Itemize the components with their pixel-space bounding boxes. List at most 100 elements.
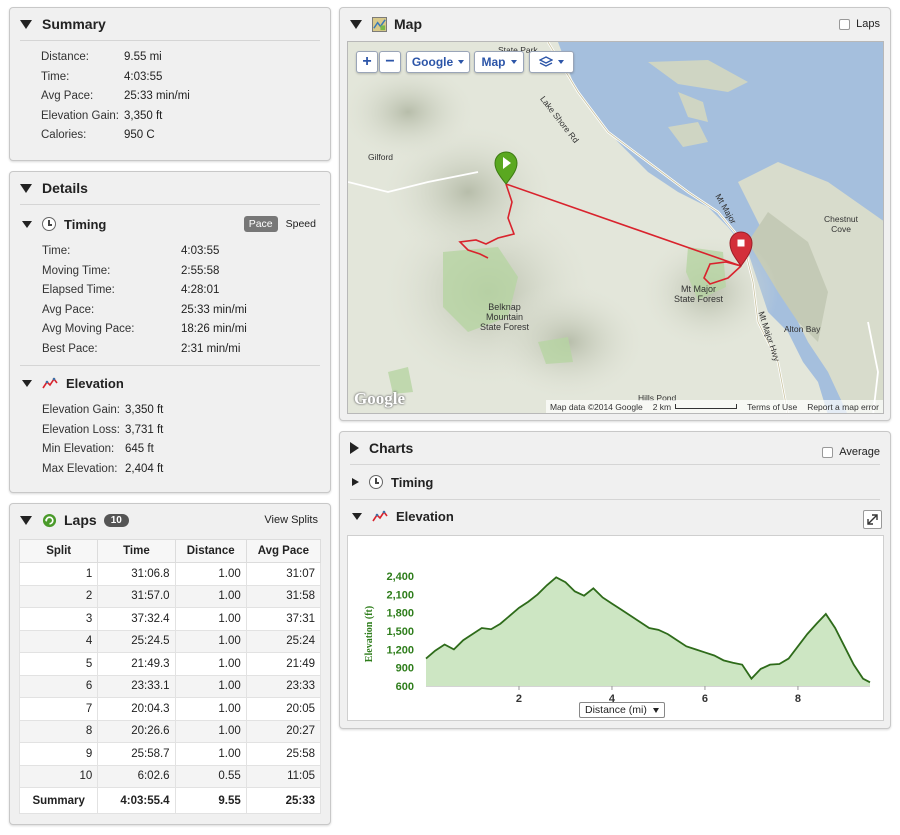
table-cell: 20:04.3 [97, 697, 176, 721]
column-header[interactable]: Split [18, 539, 99, 563]
laps-header[interactable]: Laps 10 View Splits [10, 504, 330, 536]
elevation-icon [42, 377, 58, 389]
collapse-triangle-icon [22, 220, 32, 228]
stat-row: Calories: 950 C [41, 126, 330, 146]
map-canvas[interactable]: State Park Lake Shore Rd Gilford Mt Majo… [347, 41, 884, 414]
zoom-in-button[interactable]: + [356, 51, 378, 73]
table-cell: 9 [18, 742, 99, 766]
chevron-down-icon [652, 707, 659, 713]
timing-subheader[interactable]: Timing Pace Speed [10, 210, 330, 238]
elevation-chart-subheader[interactable]: Elevation [340, 500, 890, 532]
stat-row: Elevation Loss: 3,731 ft [42, 421, 330, 441]
laps-checkbox[interactable] [839, 18, 851, 30]
map-layers-dropdown[interactable] [529, 51, 574, 73]
table-cell: 25:24.5 [97, 629, 176, 653]
table-cell: 37:32.4 [97, 607, 176, 631]
map-scale-label: 2 km [652, 401, 672, 412]
table-row[interactable]: 6 23:33.1 1.00 23:33 [18, 674, 322, 698]
table-row[interactable]: 8 20:26.6 1.00 20:27 [18, 719, 322, 743]
stat-label: Elevation Gain: [41, 109, 119, 122]
y-tick-label: 900 [396, 663, 414, 675]
table-cell: 23:33 [245, 674, 322, 698]
terms-of-use-link[interactable]: Terms of Use [747, 402, 797, 412]
pace-speed-toggle[interactable]: Pace Speed [243, 216, 318, 232]
fullscreen-button[interactable] [863, 510, 882, 529]
table-row[interactable]: 7 20:04.3 1.00 20:05 [18, 697, 322, 721]
map-scale-bar [675, 404, 738, 409]
view-splits-link[interactable]: View Splits [264, 514, 318, 526]
map-attribution: Map data ©2014 Google [549, 401, 643, 412]
y-axis-label: Elevation (ft) [364, 606, 375, 662]
summary-row: Summary 4:03:55.4 9.55 25:33 [18, 787, 322, 814]
stat-value: 25:33 min/mi [124, 90, 190, 102]
table-cell: 1.00 [174, 607, 247, 631]
column-header[interactable]: Avg Pace [245, 539, 322, 563]
summary-panel: Summary Distance: 9.55 mi Time: 4:03:55 Avg … [9, 7, 331, 161]
layers-icon [539, 55, 553, 67]
table-row[interactable]: 10 6:02.6 0.55 11:05 [18, 764, 322, 788]
table-cell: 20:05 [245, 697, 322, 721]
details-panel: Details Timing Pace Speed Time: 4:03:55 Mo… [9, 171, 331, 493]
table-cell: 3 [18, 607, 99, 631]
elevation-chart: 600 900 1,200 1,500 1,800 2,100 2,400 2 4 6 8 Eleva… [347, 535, 884, 721]
zoom-out-button[interactable]: − [379, 51, 401, 73]
table-cell: 4 [18, 629, 99, 653]
map-label-gilford: Gilford [368, 152, 394, 162]
charts-header[interactable]: Charts Average [340, 432, 890, 464]
table-row[interactable]: 4 25:24.5 1.00 25:24 [18, 629, 322, 653]
average-checkbox[interactable] [822, 446, 834, 458]
stat-label: Avg Pace: [42, 303, 95, 316]
details-header[interactable]: Details [10, 172, 330, 204]
table-cell: 1.00 [174, 697, 247, 721]
summary-title: Summary [42, 16, 106, 32]
laps-table: Split Time Distance Avg Pace 1 31:06.8 1.00 31… [18, 539, 322, 814]
google-logo: Google [354, 389, 405, 408]
table-cell: 21:49.3 [97, 652, 176, 676]
report-map-error-link[interactable]: Report a map error [807, 402, 879, 412]
laps-checkbox-wrap[interactable]: Laps [839, 18, 880, 30]
column-header[interactable]: Distance [174, 539, 247, 563]
map-provider-dropdown[interactable]: Google [406, 51, 470, 73]
table-cell: 25:24 [245, 629, 322, 653]
x-tick-label: 2 [516, 693, 522, 705]
table-cell: 31:58 [245, 584, 322, 608]
summary-header[interactable]: Summary [10, 8, 330, 40]
elevation-chart-title: Elevation [396, 508, 454, 524]
stat-label: Distance: [41, 51, 89, 63]
table-cell: 5 [18, 652, 99, 676]
stat-value: 9.55 mi [124, 51, 162, 63]
y-tick-label: 1,800 [386, 608, 414, 620]
x-axis-selector[interactable]: Distance (mi) [579, 702, 665, 718]
elevation-title: Elevation [66, 375, 124, 391]
column-header[interactable]: Time [97, 539, 176, 563]
map-type-dropdown[interactable]: Map [474, 51, 524, 73]
stat-value: 2,404 ft [125, 462, 164, 475]
charts-title: Charts [369, 440, 414, 456]
table-cell: 20:26.6 [97, 719, 176, 743]
elevation-subheader[interactable]: Elevation [10, 369, 330, 397]
table-row[interactable]: 5 21:49.3 1.00 21:49 [18, 652, 322, 676]
stat-row: Distance: 9.55 mi [41, 48, 330, 68]
stat-label: Time: [42, 245, 71, 257]
map-title: Map [394, 16, 422, 32]
expand-triangle-icon [350, 442, 359, 454]
map-header[interactable]: Map Laps [340, 8, 890, 40]
x-tick-label: 6 [702, 693, 708, 705]
table-row[interactable]: 1 31:06.8 1.00 31:07 [18, 562, 322, 586]
table-cell: 31:07 [245, 562, 322, 586]
table-cell: 21:49 [245, 652, 322, 676]
stat-label: Avg Moving Pace: [42, 323, 135, 335]
stat-value: 950 C [124, 129, 155, 141]
timing-chart-subheader[interactable]: Timing [340, 465, 890, 499]
table-row[interactable]: 9 25:58.7 1.00 25:58 [18, 742, 322, 766]
table-row[interactable]: 3 37:32.4 1.00 37:31 [18, 607, 322, 631]
pace-toggle-button[interactable]: Pace [243, 216, 278, 232]
collapse-triangle-icon [20, 183, 32, 193]
table-cell: 25:33 [245, 787, 322, 814]
laps-count-badge: 10 [103, 513, 129, 527]
table-row[interactable]: 2 31:57.0 1.00 31:58 [18, 584, 322, 608]
elevation-area [426, 577, 870, 686]
stat-row: Elevation Gain: 3,350 ft [41, 107, 330, 127]
average-checkbox-wrap[interactable]: Average [822, 446, 880, 458]
speed-toggle-button[interactable]: Speed [284, 216, 318, 232]
